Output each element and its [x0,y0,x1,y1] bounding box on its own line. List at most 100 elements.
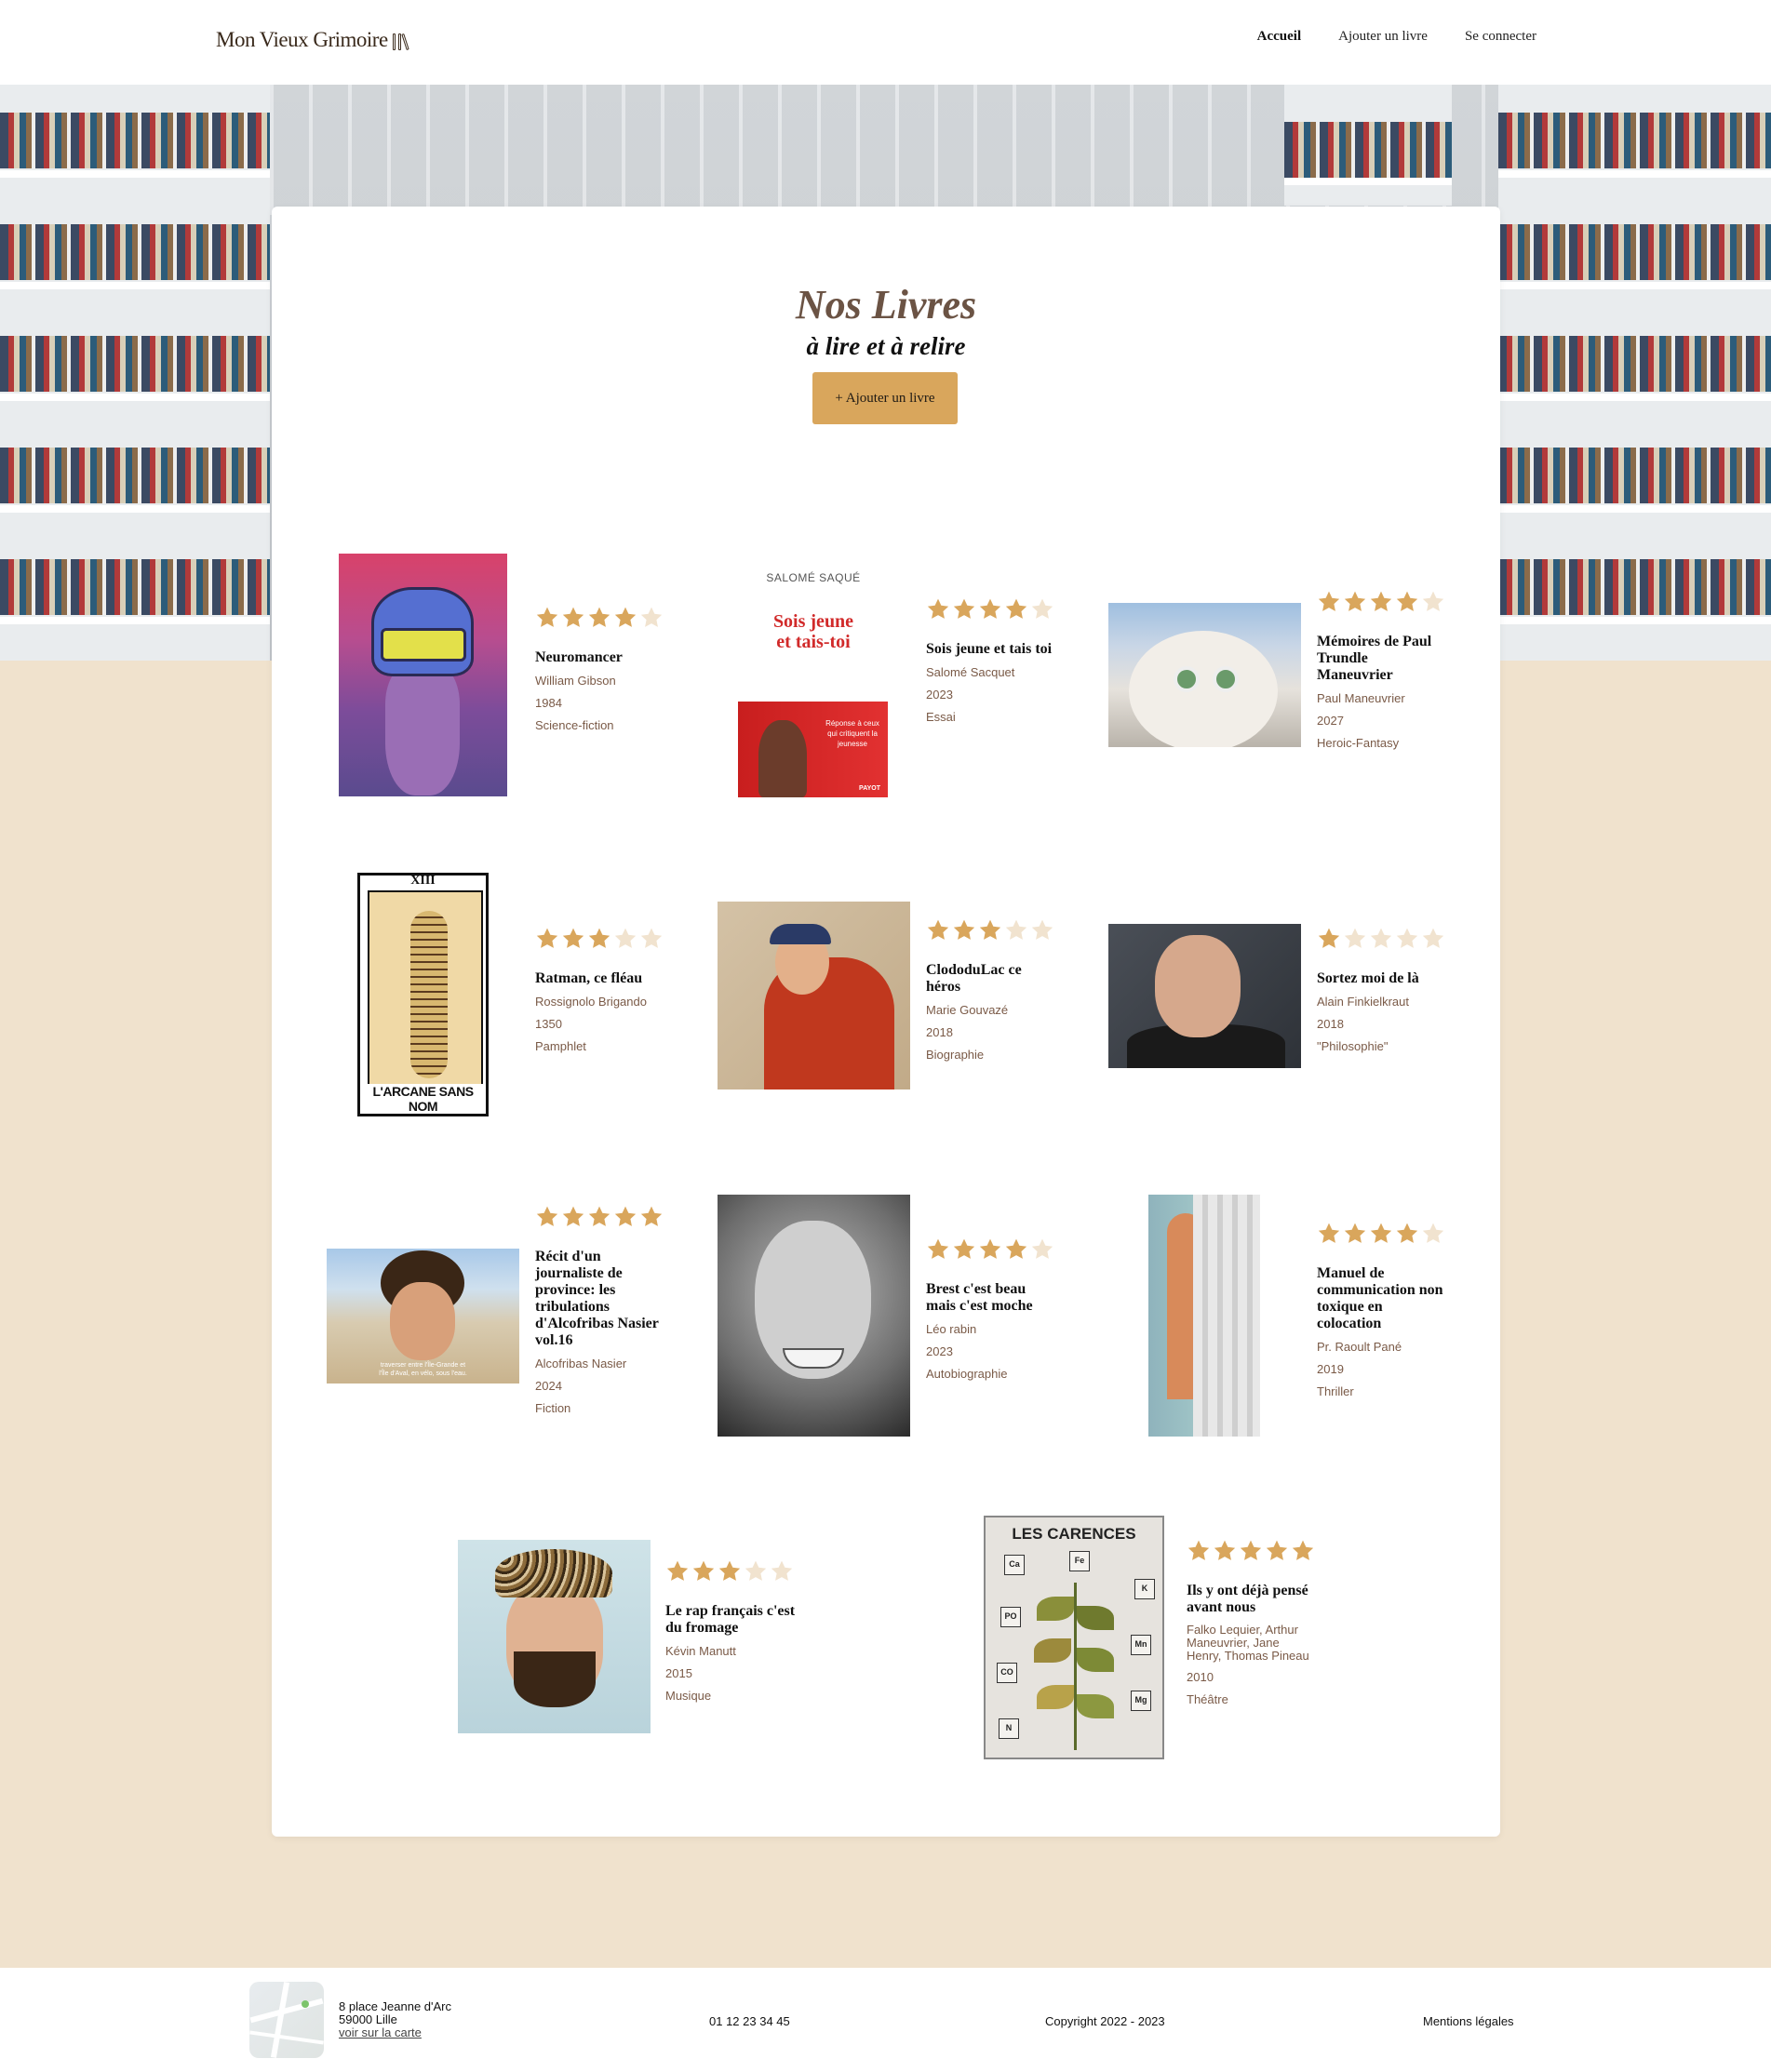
book-genre: Biographie [926,1048,985,1062]
book-title: Manuel de communication non toxique en c… [1317,1265,1443,1331]
cover-heading-text: LES CARENCES [1012,1525,1136,1543]
red-book-cover: SALOMÉ SAQUÉ Sois jeune et tais-toi Répo… [723,553,904,797]
star-filled-icon [588,607,610,627]
footer-copyright: Copyright 2022 - 2023 [1045,2014,1165,2028]
star-filled-icon [614,1206,637,1226]
bagpipe-painting-cover [718,902,910,1089]
star-rating [926,1237,1056,1262]
star-rating [535,1205,665,1229]
site-logo[interactable]: Mon Vieux Grimoire [216,28,409,52]
book-genre: Théâtre [1187,1692,1228,1706]
star-rating [1187,1539,1317,1563]
book-genre: Fiction [535,1401,571,1415]
address-line-1: 8 place Jeanne d'Arc [339,1999,452,2013]
cover-publisher-text: PAYOT [859,785,880,792]
star-filled-icon [979,919,1001,940]
map-link[interactable]: voir sur la carte [339,2025,422,2039]
star-filled-icon [692,1560,715,1581]
star-empty-icon [640,928,663,948]
book-year: 2019 [1317,1362,1344,1376]
book-author: William Gibson [535,674,616,688]
star-filled-icon [953,598,975,619]
books-logo-icon [391,30,409,51]
star-rating [926,597,1056,622]
curtain-photo-cover [1148,1195,1260,1437]
banner-shelf-right [1498,85,1771,661]
book-genre: Essai [926,710,956,724]
star-empty-icon [1031,919,1053,940]
star-filled-icon [614,607,637,627]
book-author: Paul Maneuvrier [1317,691,1405,705]
map-thumbnail-icon[interactable] [249,1982,324,2058]
book-title: Sortez moi de là [1317,970,1419,986]
book-genre: Musique [665,1689,712,1703]
book-genre: Thriller [1317,1384,1354,1398]
star-rating [535,606,665,630]
book-author: Alain Finkielkraut [1317,995,1409,1009]
star-empty-icon [745,1560,767,1581]
star-rating [1317,590,1447,614]
cover-subtitle-text: traverser entre l'Île-Grande et l'Île d'… [379,1362,467,1377]
star-filled-icon [979,598,1001,619]
cyberpunk-head-cover [339,554,507,796]
book-title: Brest c'est beau mais c'est moche [926,1281,1033,1314]
banner-shelf-back [1284,85,1452,206]
star-filled-icon [588,1206,610,1226]
star-empty-icon [1396,928,1418,948]
book-year: 2018 [926,1025,953,1039]
cat-photo-cover [1108,603,1301,747]
star-empty-icon [614,928,637,948]
star-filled-icon [1318,591,1340,611]
star-filled-icon [1292,1540,1314,1560]
star-filled-icon [1344,591,1366,611]
book-title: Mémoires de Paul Trundle Maneuvrier [1317,634,1432,683]
book-year: 2023 [926,688,953,702]
star-filled-icon [562,928,584,948]
star-filled-icon [536,607,558,627]
page-subtitle: à lire et à relire [806,332,966,360]
book-author: Salomé Sacquet [926,665,1015,679]
book-author: Rossignolo Brigando [535,995,647,1009]
star-rating [535,927,665,951]
footer-phone: 01 12 23 34 45 [709,2014,790,2028]
book-year: 2018 [1317,1017,1344,1031]
nav-link-accueil[interactable]: Accueil [1257,29,1301,45]
star-empty-icon [1031,598,1053,619]
main-nav: Accueil Ajouter un livre Se connecter [1257,29,1536,45]
nav-link-ajouter-un-livre[interactable]: Ajouter un livre [1338,29,1428,45]
beach-selfie-cover: traverser entre l'Île-Grande et l'Île d'… [327,1249,519,1384]
star-filled-icon [1370,1223,1392,1243]
leaf-poster-cover: LES CARENCES Ca Fe K PO CO Mn N Mg [984,1516,1164,1759]
star-empty-icon [1370,928,1392,948]
add-book-button[interactable]: + Ajouter un livre [812,372,958,424]
star-empty-icon [1031,1238,1053,1259]
portrait-photo-cover [1108,924,1301,1068]
star-filled-icon [1005,1238,1027,1259]
book-title: Sois jeune et tais toi [926,641,1053,657]
site-header: Mon Vieux Grimoire Accueil Ajouter un li… [0,0,1771,85]
book-author: Marie Gouvazé [926,1003,1009,1017]
site-footer: 8 place Jeanne d'Arc 59000 Lille voir su… [0,1968,1771,2072]
star-empty-icon [1005,919,1027,940]
legal-notice-link[interactable]: Mentions légales [1423,2014,1514,2028]
nav-link-se-connecter[interactable]: Se connecter [1465,29,1536,45]
star-filled-icon [927,1238,949,1259]
book-author: Léo rabin [926,1322,977,1336]
tarot-card-cover: XIII L'ARCANE SANS NOM [357,873,489,1116]
star-empty-icon [1422,1223,1444,1243]
book-author: Falko Lequier, Arthur Maneuvrier, Jane H… [1187,1623,1309,1663]
star-rating [926,918,1056,942]
star-rating [1317,927,1447,951]
star-rating [1317,1222,1447,1246]
book-title: Ratman, ce fléau [535,970,643,986]
star-filled-icon [927,598,949,619]
star-filled-icon [1187,1540,1210,1560]
star-filled-icon [953,919,975,940]
star-filled-icon [1396,1223,1418,1243]
cover-title-text: Sois jeune et tais-toi [772,611,854,652]
cover-blurb-text: Réponse à ceux qui critiquent la jeuness… [825,719,879,748]
book-title: Neuromancer [535,649,623,665]
star-filled-icon [640,1206,663,1226]
star-filled-icon [666,1560,689,1581]
book-title: Ils y ont déjà pensé avant nous [1187,1583,1308,1615]
